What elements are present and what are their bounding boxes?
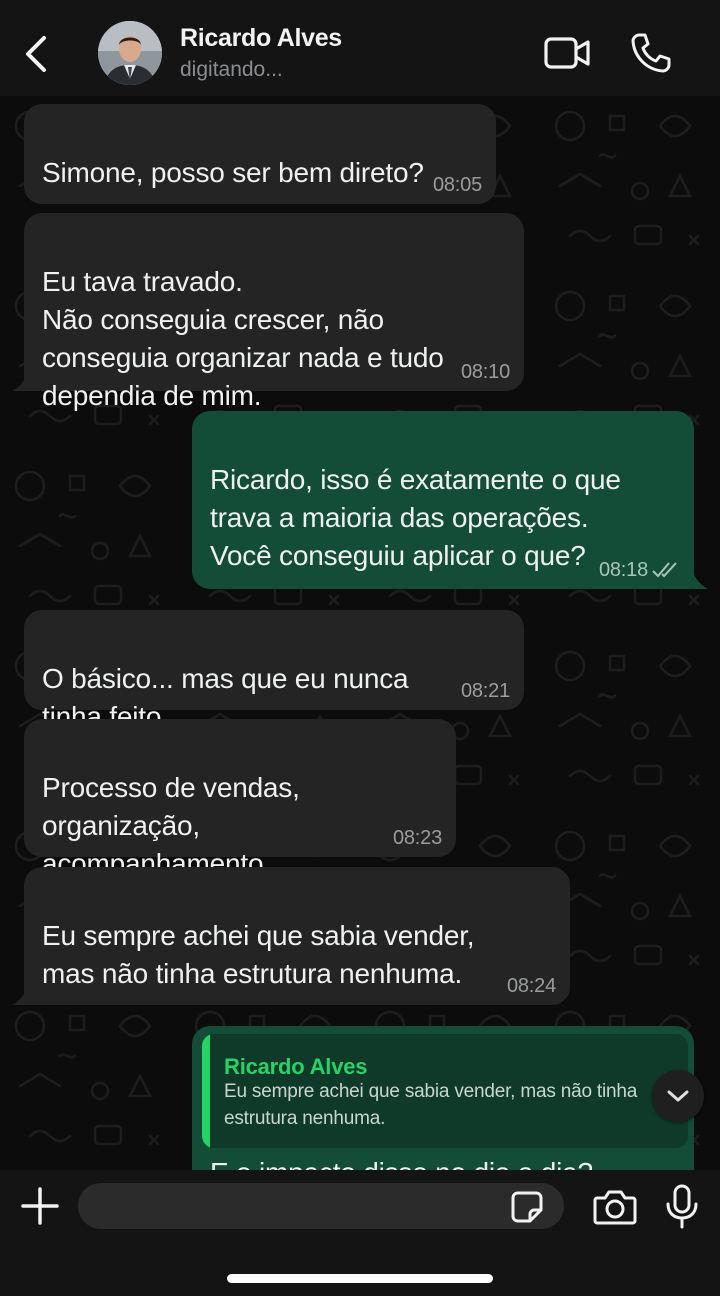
quoted-text: Eu sempre achei que sabia vender, mas nã… xyxy=(224,1081,638,1129)
video-call-icon xyxy=(544,37,590,69)
message-text: Processo de vendas, organização, acompan… xyxy=(42,772,300,879)
message-time: 08:23 xyxy=(392,827,442,849)
camera-icon xyxy=(593,1190,637,1225)
incoming-message[interactable]: O básico... mas que eu nunca tinha feito… xyxy=(24,610,524,732)
plus-icon xyxy=(21,1187,59,1225)
incoming-message[interactable]: Eu tava travado. Não conseguia crescer, … xyxy=(24,213,524,411)
voice-call-button[interactable] xyxy=(630,32,672,74)
message-time: 08:05 xyxy=(432,174,482,196)
video-call-button[interactable] xyxy=(544,34,592,74)
outgoing-message[interactable]: Ricardo, isso é exatamente o que trava a… xyxy=(192,411,694,589)
chat-header: Ricardo Alves digitando... xyxy=(0,0,720,96)
quote-accent-bar xyxy=(202,1034,210,1148)
scroll-to-bottom-button[interactable] xyxy=(652,1070,704,1122)
contact-avatar[interactable] xyxy=(98,21,162,85)
message-time: 08:18 xyxy=(598,559,648,581)
phone-icon xyxy=(631,33,671,73)
incoming-message[interactable]: Eu sempre achei que sabia vender, mas nã… xyxy=(24,867,570,1005)
bubble-tail xyxy=(12,373,28,391)
message-text: E o impacto disso no dia a dia? xyxy=(210,1154,593,1170)
attach-button[interactable] xyxy=(20,1186,60,1226)
contact-name[interactable]: Ricardo Alves xyxy=(180,24,342,53)
message-time: 08:24 xyxy=(506,975,556,997)
message-text: Ricardo, isso é exatamente o que trava a… xyxy=(210,464,621,571)
bubble-tail xyxy=(692,571,708,589)
incoming-message[interactable]: Simone, posso ser bem direto? 08:05 xyxy=(24,104,496,204)
microphone-icon xyxy=(666,1184,698,1229)
message-time: 08:21 xyxy=(460,680,510,702)
back-arrow-icon xyxy=(26,36,46,72)
voice-message-button[interactable] xyxy=(664,1184,700,1230)
sticker-button[interactable] xyxy=(510,1190,544,1224)
chat-area[interactable]: Simone, posso ser bem direto? 08:05 Eu t… xyxy=(0,96,720,1170)
message-text: Eu sempre achei que sabia vender, mas nã… xyxy=(42,920,475,989)
chevron-down-icon xyxy=(667,1090,689,1102)
message-time: 08:10 xyxy=(460,361,510,383)
bubble-tail xyxy=(12,987,28,1005)
message-text: Eu tava travado. Não conseguia crescer, … xyxy=(42,266,444,411)
typing-status: digitando... xyxy=(180,58,283,81)
camera-button[interactable] xyxy=(593,1188,637,1226)
back-button[interactable] xyxy=(18,30,54,78)
outgoing-reply-message[interactable]: Ricardo Alves Eu sempre achei que sabia … xyxy=(192,1026,694,1170)
home-indicator[interactable] xyxy=(227,1274,493,1283)
message-input[interactable] xyxy=(78,1183,564,1229)
message-composer xyxy=(0,1170,720,1296)
quoted-message[interactable]: Ricardo Alves Eu sempre achei que sabia … xyxy=(202,1034,688,1148)
message-text: Simone, posso ser bem direto? xyxy=(42,157,424,188)
incoming-message[interactable]: Processo de vendas, organização, acompan… xyxy=(24,719,456,879)
double-check-icon xyxy=(652,562,677,578)
sticker-icon xyxy=(511,1191,543,1223)
